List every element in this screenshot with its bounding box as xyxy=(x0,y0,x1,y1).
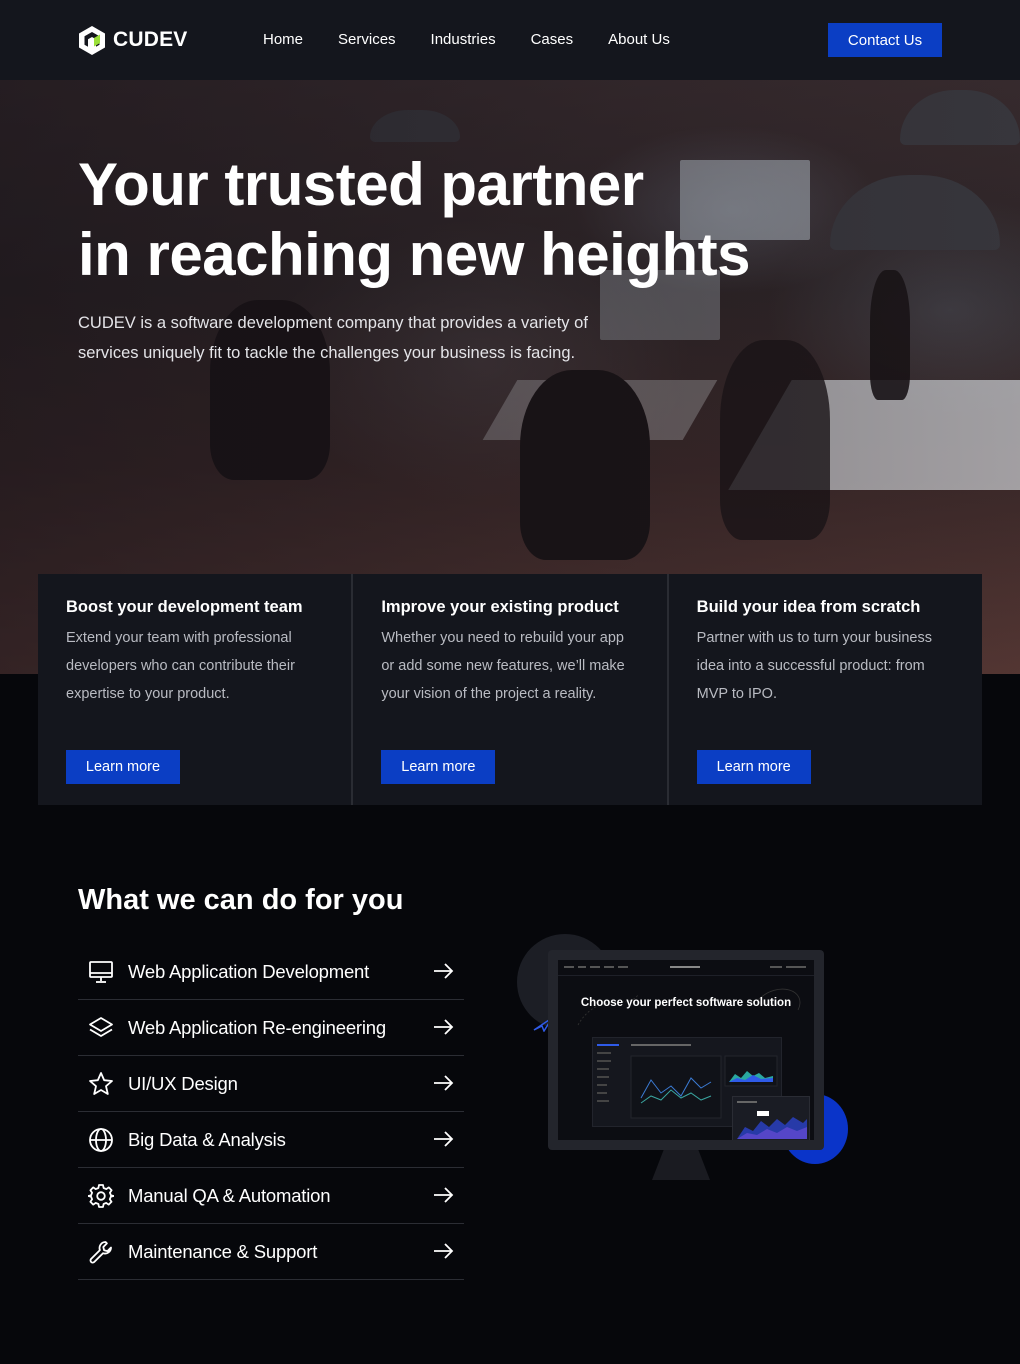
hero-title-line-2: in reaching new heights xyxy=(78,221,750,288)
arrow-right-icon xyxy=(434,1131,454,1147)
brand-logo[interactable]: CUDEV xyxy=(78,24,188,56)
card-title: Build your idea from scratch xyxy=(696,598,921,616)
monitor-stand xyxy=(652,1150,710,1180)
wrench-icon xyxy=(88,1239,114,1265)
brand-name: CUDEV xyxy=(113,28,188,51)
nav-about-us[interactable]: About Us xyxy=(608,30,670,50)
dashboard-widget xyxy=(732,1096,810,1140)
service-label: Web Application Re-engineering xyxy=(128,1016,386,1038)
learn-more-button[interactable]: Learn more xyxy=(696,750,811,784)
arrow-right-icon xyxy=(434,1243,454,1259)
gear-icon xyxy=(88,1183,114,1209)
hero-title-line-1: Your trusted partner xyxy=(78,151,644,218)
offer-cards: Boost your development team Extend your … xyxy=(38,574,982,805)
nav-home[interactable]: Home xyxy=(263,30,303,50)
card-title: Improve your existing product xyxy=(381,598,619,616)
screen-heading: Choose your perfect software solution xyxy=(580,997,792,1009)
nav-services[interactable]: Services xyxy=(338,30,396,50)
arrow-right-icon xyxy=(434,1019,454,1035)
service-label: Manual QA & Automation xyxy=(128,1184,331,1206)
card-title: Boost your development team xyxy=(66,598,303,616)
service-web-app-development[interactable]: Web Application Development xyxy=(78,944,464,1000)
card-text: Partner with us to turn your business id… xyxy=(696,630,932,702)
nav-cases[interactable]: Cases xyxy=(531,30,574,50)
star-icon xyxy=(88,1071,114,1097)
card-text: Extend your team with professional devel… xyxy=(66,630,295,702)
service-ui-ux-design[interactable]: UI/UX Design xyxy=(78,1056,464,1112)
monitor-screen: Choose your perfect software solution xyxy=(558,960,814,1140)
service-manual-qa-automation[interactable]: Manual QA & Automation xyxy=(78,1168,464,1224)
service-big-data-analysis[interactable]: Big Data & Analysis xyxy=(78,1112,464,1168)
top-navigation: CUDEV Home Services Industries Cases Abo… xyxy=(0,0,1020,80)
learn-more-button[interactable]: Learn more xyxy=(66,750,180,784)
offer-card: Boost your development team Extend your … xyxy=(38,574,352,805)
hero-subtitle: CUDEV is a software development company … xyxy=(78,314,588,362)
offer-card: Improve your existing product Whether yo… xyxy=(353,574,667,805)
arrow-right-icon xyxy=(434,963,454,979)
monitor-icon xyxy=(88,959,114,985)
cudev-logo-icon xyxy=(79,25,105,55)
offer-card: Build your idea from scratch Partner wit… xyxy=(668,574,982,805)
layers-icon xyxy=(88,1015,114,1041)
nav-industries[interactable]: Industries xyxy=(431,30,496,50)
contact-us-button[interactable]: Contact Us xyxy=(828,23,942,57)
arrow-right-icon xyxy=(434,1075,454,1091)
globe-icon xyxy=(88,1127,114,1153)
learn-more-button[interactable]: Learn more xyxy=(381,750,496,784)
services-list: Web Application Development Web Applicat… xyxy=(78,944,464,1280)
product-mockup-illustration: Choose your perfect software solution xyxy=(517,932,849,1182)
service-label: Maintenance & Support xyxy=(128,1240,318,1262)
service-maintenance-support[interactable]: Maintenance & Support xyxy=(78,1224,464,1280)
service-web-app-reengineering[interactable]: Web Application Re-engineering xyxy=(78,1000,464,1056)
main-menu: Home Services Industries Cases About Us xyxy=(263,30,705,50)
service-label: UI/UX Design xyxy=(128,1072,238,1094)
services-section-title: What we can do for you xyxy=(78,884,404,916)
service-label: Big Data & Analysis xyxy=(128,1128,286,1150)
arrow-right-icon xyxy=(434,1187,454,1203)
service-label: Web Application Development xyxy=(128,960,370,982)
hero-title: Your trusted partner in reaching new hei… xyxy=(78,150,838,290)
area-chart-widget xyxy=(737,1101,807,1139)
card-text: Whether you need to rebuild your app or … xyxy=(381,630,625,702)
monitor: Choose your perfect software solution xyxy=(548,950,824,1150)
